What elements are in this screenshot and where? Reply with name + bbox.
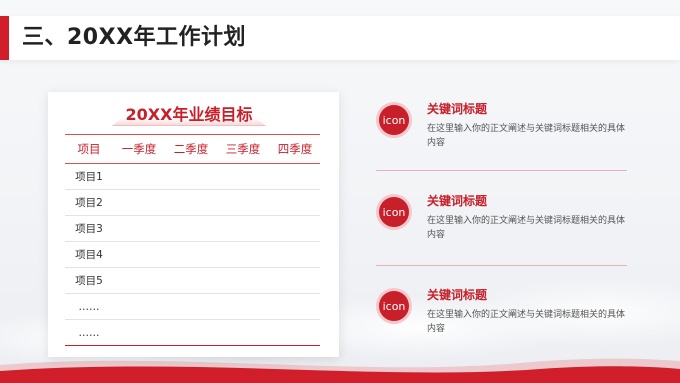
performance-table: 项目 一季度 二季度 三季度 四季度 项目1 项目2 项目3 项目4 项目5 …… (65, 134, 320, 346)
table-cell (269, 320, 321, 345)
icon-placeholder-circle: icon (376, 288, 412, 324)
table-cell (217, 242, 269, 267)
table-cell: 项目5 (75, 275, 103, 287)
keyword-item: icon 关键词标题 在这里输入你的正文阐述与关键词标题相关的具体内容 (376, 194, 628, 274)
table-cell: 项目4 (75, 249, 103, 261)
table-row: 项目5 (65, 268, 320, 294)
table-cell (113, 190, 165, 215)
table-cell (269, 294, 321, 319)
table-cell (113, 294, 165, 319)
table-cell (113, 216, 165, 241)
card-title: 20XX年业绩目标 (125, 105, 253, 124)
table-header-cell: 三季度 (225, 142, 261, 156)
table-header-row: 项目 一季度 二季度 三季度 四季度 (65, 134, 320, 164)
table-row: 项目1 (65, 164, 320, 190)
table-cell (269, 164, 321, 189)
table-cell (165, 190, 217, 215)
table-cell (113, 164, 165, 189)
icon-placeholder-circle: icon (376, 102, 412, 138)
performance-table-card: 20XX年业绩目标 项目 一季度 二季度 三季度 四季度 项目1 项目2 项目3 (48, 92, 339, 357)
table-cell (269, 190, 321, 215)
keyword-title: 关键词标题 (427, 194, 488, 208)
table-header-cell: 二季度 (173, 142, 209, 156)
table-header-cell: 四季度 (277, 142, 313, 156)
keyword-description: 在这里输入你的正文阐述与关键词标题相关的具体内容 (427, 124, 626, 148)
table-cell (217, 294, 269, 319)
keyword-description: 在这里输入你的正文阐述与关键词标题相关的具体内容 (427, 310, 626, 334)
table-row: 项目3 (65, 216, 320, 242)
table-cell: 项目1 (75, 171, 103, 183)
table-cell (217, 164, 269, 189)
keyword-item: icon 关键词标题 在这里输入你的正文阐述与关键词标题相关的具体内容 (376, 288, 628, 368)
table-cell: …… (78, 300, 100, 313)
table-cell: 项目3 (75, 223, 103, 235)
keyword-title: 关键词标题 (427, 102, 488, 116)
item-divider (376, 265, 627, 266)
table-cell (113, 320, 165, 345)
table-cell (165, 268, 217, 293)
table-cell (165, 164, 217, 189)
table-cell (269, 268, 321, 293)
table-row: 项目2 (65, 190, 320, 216)
table-cell (269, 216, 321, 241)
table-cell (269, 242, 321, 267)
table-header-cell: 一季度 (121, 142, 157, 156)
table-cell (165, 320, 217, 345)
keyword-title: 关键词标题 (427, 288, 488, 302)
table-cell (217, 320, 269, 345)
title-accent-bar (0, 16, 9, 60)
table-row: 项目4 (65, 242, 320, 268)
table-cell (165, 294, 217, 319)
table-header-cell: 项目 (77, 142, 101, 156)
table-cell (217, 190, 269, 215)
table-cell: 项目2 (75, 197, 103, 209)
table-cell (165, 242, 217, 267)
page-title: 三、20XX年工作计划 (22, 25, 247, 50)
keyword-description: 在这里输入你的正文阐述与关键词标题相关的具体内容 (427, 216, 626, 240)
item-divider (376, 170, 627, 171)
table-cell (217, 268, 269, 293)
icon-placeholder-circle: icon (376, 194, 412, 230)
table-row: …… (65, 320, 320, 346)
table-cell: …… (78, 326, 100, 339)
table-cell (217, 216, 269, 241)
table-cell (165, 216, 217, 241)
card-title-banner: 20XX年业绩目标 (112, 100, 266, 126)
table-cell (113, 242, 165, 267)
table-row: …… (65, 294, 320, 320)
table-cell (113, 268, 165, 293)
title-bar: 三、20XX年工作计划 (0, 16, 680, 60)
